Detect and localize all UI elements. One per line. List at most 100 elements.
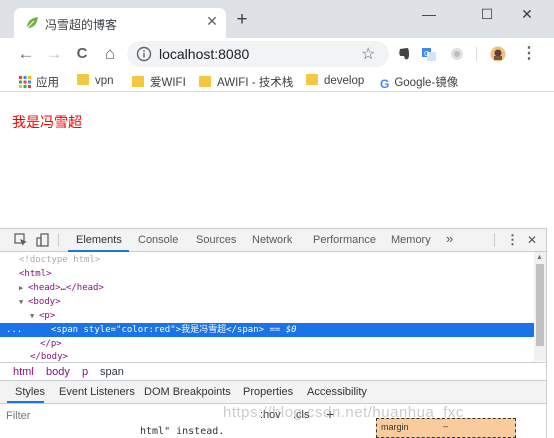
- disabled-extension-icon[interactable]: [449, 46, 465, 62]
- tab-performance[interactable]: Performance: [313, 234, 376, 246]
- close-window-button[interactable]: ✕: [512, 2, 542, 26]
- expand-arrow-icon[interactable]: ▶: [19, 281, 28, 295]
- head-open-tag: <head>: [28, 283, 61, 293]
- dom-scrollbar[interactable]: ▲: [534, 252, 546, 361]
- collapse-arrow-icon[interactable]: ▼: [30, 309, 39, 323]
- browser-tab[interactable]: 冯雪超的博客 ✕: [14, 8, 226, 38]
- p-close-tag: </p>: [40, 339, 62, 349]
- translate-extension-icon[interactable]: G: [421, 46, 437, 62]
- attr-name: style: [83, 325, 111, 335]
- span-close-tag: </span>: [226, 325, 265, 335]
- dom-node-body[interactable]: ▼ <body>: [0, 295, 534, 309]
- console-ref-marker: == $0: [269, 325, 297, 335]
- devtools-close-icon[interactable]: ✕: [527, 233, 537, 247]
- tab-dom-breakpoints[interactable]: DOM Breakpoints: [144, 386, 231, 398]
- dom-node-doctype[interactable]: <!doctype html>: [0, 253, 534, 267]
- breadcrumb-p[interactable]: p: [82, 366, 88, 378]
- reload-button[interactable]: C: [71, 43, 93, 65]
- body-close-tag: </body>: [30, 352, 68, 361]
- scrollbar-thumb[interactable]: [536, 264, 544, 346]
- navigation-toolbar: ← → C ⌂ localhost:8080 ☆ G ⋮: [0, 38, 554, 70]
- devtools-toolbar: Elements Console Sources Network Perform…: [0, 228, 554, 252]
- evernote-extension-icon[interactable]: [396, 46, 412, 62]
- elements-dom-tree[interactable]: <!doctype html> <html> ▶ <head>…</head> ▼…: [0, 252, 534, 361]
- tab-title: 冯雪超的博客: [45, 18, 118, 32]
- device-toolbar-icon[interactable]: [36, 233, 50, 247]
- bookmark-star-icon[interactable]: ☆: [361, 44, 375, 64]
- scroll-up-arrow-icon[interactable]: ▲: [536, 254, 543, 261]
- address-bar[interactable]: localhost:8080 ☆: [127, 41, 389, 67]
- watermark-text: https://blog.csdn.net/huanhua_fxc: [223, 404, 464, 421]
- back-button[interactable]: ←: [15, 43, 37, 65]
- bookmark-google-mirror[interactable]: G Google-镜像: [380, 74, 459, 91]
- tab-close-icon[interactable]: ✕: [204, 13, 220, 29]
- folder-icon: [199, 76, 211, 87]
- tab-styles[interactable]: Styles: [15, 386, 45, 398]
- profile-avatar[interactable]: [490, 46, 506, 62]
- box-model-margin: margin –: [376, 418, 516, 438]
- tab-memory[interactable]: Memory: [391, 234, 431, 246]
- new-tab-button[interactable]: +: [233, 10, 251, 29]
- toolbar-separator: [476, 47, 477, 61]
- margin-label: margin: [381, 422, 409, 432]
- devtools-menu-icon[interactable]: ⋮: [506, 232, 519, 248]
- bookmark-aiwifi[interactable]: 爱WIFI: [132, 74, 186, 90]
- tab-console[interactable]: Console: [138, 234, 178, 246]
- dom-node-span-selected[interactable]: ... <span style="color:red">我是冯雪超</span>…: [0, 323, 534, 337]
- devtools-right-edge: [546, 228, 554, 438]
- folder-icon: [306, 74, 318, 85]
- breadcrumb-body[interactable]: body: [46, 366, 70, 378]
- forward-button[interactable]: →: [43, 43, 65, 65]
- head-close-tag: </head>: [65, 283, 104, 293]
- breadcrumb-span[interactable]: span: [100, 366, 124, 378]
- dom-node-p[interactable]: ▼ <p>: [0, 309, 534, 323]
- folder-icon: [132, 76, 144, 87]
- tab-elements[interactable]: Elements: [76, 234, 122, 246]
- minimize-button[interactable]: —: [414, 2, 444, 26]
- styles-filter-input[interactable]: [6, 406, 202, 426]
- dom-node-head[interactable]: ▶ <head>…</head>: [0, 281, 534, 295]
- bookmark-label: 爱WIFI: [150, 77, 186, 89]
- bookmark-label: vpn: [95, 75, 114, 87]
- bookmark-vpn[interactable]: vpn: [77, 74, 114, 90]
- maximize-button[interactable]: ☐: [472, 2, 502, 26]
- bookmark-label: AWIFI - 技术栈: [217, 77, 294, 89]
- tab-properties[interactable]: Properties: [243, 386, 293, 398]
- breadcrumb-html[interactable]: html: [13, 366, 34, 378]
- tab-accessibility[interactable]: Accessibility: [307, 386, 367, 398]
- tab-strip: 冯雪超的博客 ✕ + — ☐ ✕: [0, 0, 554, 38]
- node-menu-icon[interactable]: ...: [6, 323, 22, 337]
- devtools-separator: [494, 233, 495, 247]
- dom-node-p-close[interactable]: </p>: [0, 337, 534, 351]
- tab-network[interactable]: Network: [252, 234, 292, 246]
- active-styles-tab-indicator: [7, 401, 44, 403]
- tab-sources[interactable]: Sources: [196, 234, 236, 246]
- bookmark-awifi-tech[interactable]: AWIFI - 技术栈: [199, 74, 293, 90]
- bookmark-label: develop: [324, 75, 365, 87]
- more-tabs-button[interactable]: »: [446, 231, 453, 246]
- styles-pane-tabs: Styles Event Listeners DOM Breakpoints P…: [0, 380, 554, 404]
- dom-node-html[interactable]: <html>: [0, 267, 534, 281]
- styles-text-fragment: html" instead.: [140, 426, 225, 437]
- body-open-tag: <body>: [28, 297, 61, 307]
- dom-node-body-close[interactable]: </body>: [0, 350, 534, 361]
- tab-event-listeners[interactable]: Event Listeners: [59, 386, 135, 398]
- bookmark-apps[interactable]: 应用: [19, 74, 59, 90]
- attr-value: "color:red": [116, 325, 176, 335]
- collapse-arrow-icon[interactable]: ▼: [19, 295, 28, 309]
- bookmark-label: Google-镜像: [394, 77, 459, 89]
- margin-value: –: [443, 421, 449, 431]
- google-icon: G: [380, 77, 390, 91]
- home-button[interactable]: ⌂: [99, 43, 121, 65]
- p-open-tag: <p>: [39, 311, 56, 321]
- span-open-tag: <span: [51, 325, 79, 335]
- browser-menu-icon[interactable]: ⋮: [518, 43, 540, 65]
- bookmark-develop[interactable]: develop: [306, 74, 364, 90]
- page-viewport: 我是冯雪超: [0, 93, 554, 227]
- bookmark-label: 应用: [36, 77, 59, 89]
- info-icon[interactable]: [136, 46, 152, 62]
- svg-text:G: G: [424, 50, 429, 58]
- devtools-separator: [58, 233, 59, 247]
- doctype-text: <!doctype html>: [19, 255, 101, 265]
- inspect-element-icon[interactable]: [14, 233, 28, 247]
